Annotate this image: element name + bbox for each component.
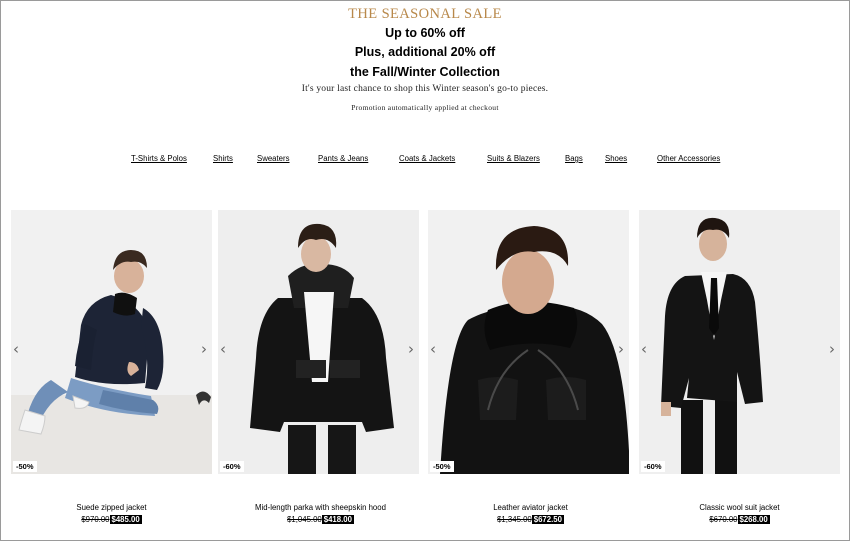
discount-badge: -60%: [220, 461, 244, 472]
category-link-bags[interactable]: Bags: [565, 154, 583, 163]
product-card[interactable]: ‹ › -50% Suede zipped jacket $970.00 $485…: [11, 210, 212, 524]
chevron-left-icon[interactable]: ‹: [430, 342, 436, 357]
product-name[interactable]: Mid-length parka with sheepskin hood: [218, 503, 423, 512]
category-link-coats-jackets[interactable]: Coats & Jackets: [399, 154, 455, 163]
category-link-sweaters[interactable]: Sweaters: [257, 154, 290, 163]
promo-headline-3: the Fall/Winter Collection: [350, 65, 500, 79]
product-image[interactable]: ‹ › -50%: [428, 210, 629, 474]
category-link-tshirts-polos[interactable]: T-Shirts & Polos: [131, 154, 187, 163]
discount-badge: -60%: [641, 461, 665, 472]
product-prices: $1,045.00 $418.00: [218, 515, 423, 524]
category-link-suits-blazers[interactable]: Suits & Blazers: [487, 154, 540, 163]
category-link-shoes[interactable]: Shoes: [605, 154, 627, 163]
chevron-left-icon[interactable]: ‹: [13, 342, 19, 357]
product-name[interactable]: Classic wool suit jacket: [639, 503, 840, 512]
product-name[interactable]: Suede zipped jacket: [11, 503, 212, 512]
model-leather-jacket-photo: [428, 210, 629, 474]
promo-headline-1: Up to 60% off: [385, 26, 465, 40]
category-link-shirts[interactable]: Shirts: [213, 154, 233, 163]
sale-price: $672.50: [531, 515, 564, 524]
sale-price: $485.00: [109, 515, 142, 524]
product-card[interactable]: ‹ › -60% Classic wool suit jacket $670.0…: [639, 210, 840, 524]
promo-note: Promotion automatically applied at check…: [351, 103, 499, 112]
promo-subtitle: It's your last chance to shop this Winte…: [301, 84, 549, 94]
product-name[interactable]: Leather aviator jacket: [428, 503, 633, 512]
product-card[interactable]: ‹ › -60% Mid-length parka with sheepskin…: [218, 210, 419, 524]
chevron-left-icon[interactable]: ‹: [220, 342, 226, 357]
model-suit-photo: [639, 210, 840, 474]
product-prices: $970.00 $485.00: [11, 515, 212, 524]
model-parka-photo: [218, 210, 419, 474]
product-prices: $670.00 $268.00: [639, 515, 840, 524]
original-price: $1,045.00: [287, 515, 322, 524]
product-prices: $1,345.00 $672.50: [428, 515, 633, 524]
category-nav: T-Shirts & Polos Shirts Sweaters Pants &…: [0, 154, 850, 166]
product-image[interactable]: ‹ › -50%: [11, 210, 212, 474]
original-price: $970.00: [81, 515, 110, 524]
promo-headline-2: Plus, additional 20% off: [354, 45, 496, 59]
sale-price: $418.00: [321, 515, 354, 524]
model-suede-jacket-photo: [11, 210, 212, 474]
chevron-right-icon[interactable]: ›: [618, 342, 624, 357]
product-image[interactable]: ‹ › -60%: [639, 210, 840, 474]
chevron-left-icon[interactable]: ‹: [641, 342, 647, 357]
discount-badge: -50%: [430, 461, 454, 472]
discount-badge: -50%: [13, 461, 37, 472]
sale-price: $268.00: [737, 515, 770, 524]
chevron-right-icon[interactable]: ›: [201, 342, 207, 357]
category-link-pants-jeans[interactable]: Pants & Jeans: [318, 154, 368, 163]
original-price: $670.00: [709, 515, 738, 524]
product-card[interactable]: ‹ › -50% Leather aviator jacket $1,345.0…: [428, 210, 629, 524]
product-image[interactable]: ‹ › -60%: [218, 210, 419, 474]
chevron-right-icon[interactable]: ›: [408, 342, 414, 357]
category-link-other-accessories[interactable]: Other Accessories: [657, 154, 720, 163]
promo-eyebrow: THE SEASONAL SALE: [348, 6, 502, 22]
chevron-right-icon[interactable]: ›: [829, 342, 835, 357]
original-price: $1,345.00: [497, 515, 532, 524]
